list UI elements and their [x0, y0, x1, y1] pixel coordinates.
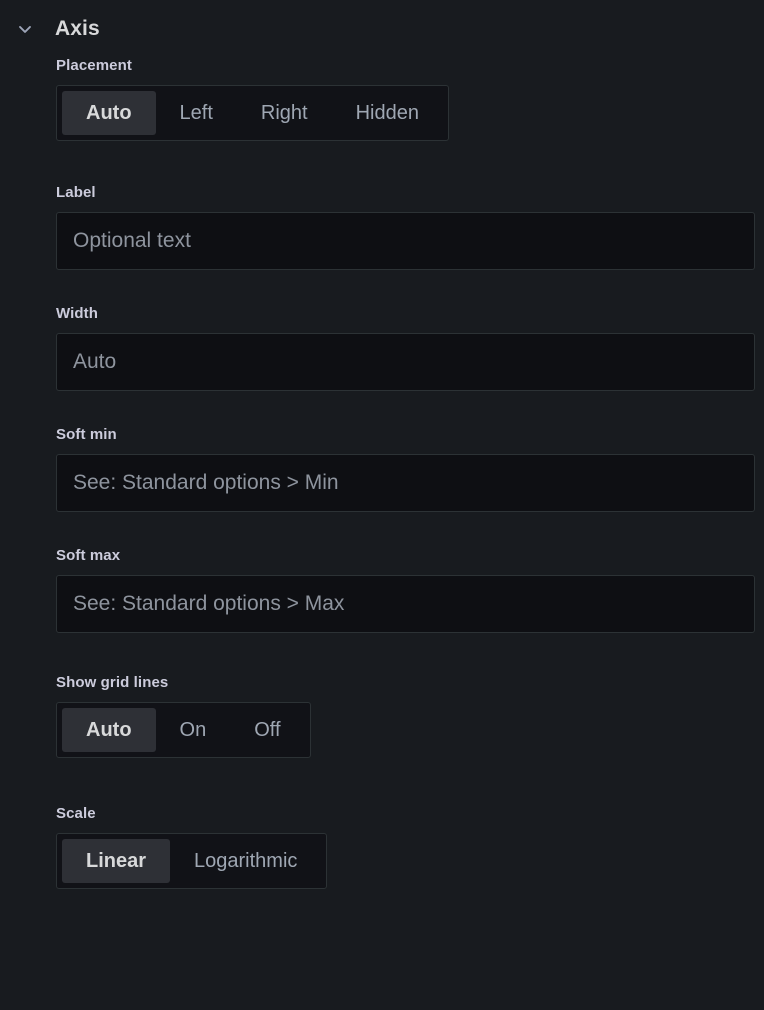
- radio-option-placement-auto[interactable]: Auto: [62, 91, 156, 135]
- field-label-soft-min: Soft min: [56, 426, 117, 443]
- radio-option-placement-hidden[interactable]: Hidden: [332, 91, 443, 135]
- axis-label-input[interactable]: [56, 212, 755, 270]
- page-title: Axis: [55, 17, 100, 40]
- radio-option-grid-auto[interactable]: Auto: [62, 708, 156, 752]
- axis-options-pane: Axis Placement Auto Left Right Hidden La…: [0, 0, 764, 1010]
- field-label-soft-max: Soft max: [56, 547, 121, 564]
- radio-group-scale[interactable]: Linear Logarithmic: [56, 833, 328, 889]
- field-axis-label: Label: [0, 185, 764, 270]
- field-label-placement: Placement: [56, 57, 132, 74]
- field-label-show-grid-lines: Show grid lines: [56, 674, 169, 691]
- radio-option-grid-on[interactable]: On: [156, 708, 231, 752]
- radio-option-scale-linear[interactable]: Linear: [62, 839, 171, 883]
- field-show-grid-lines: Show grid lines Auto On Off: [0, 675, 764, 758]
- field-width: Width: [0, 306, 764, 391]
- radio-option-scale-logarithmic[interactable]: Logarithmic: [170, 839, 321, 883]
- field-placement: Placement Auto Left Right Hidden: [0, 58, 764, 141]
- radio-option-placement-left[interactable]: Left: [156, 91, 237, 135]
- radio-group-show-grid-lines[interactable]: Auto On Off: [56, 702, 311, 758]
- field-soft-min: Soft min: [0, 427, 764, 512]
- soft-min-input[interactable]: [56, 454, 755, 512]
- radio-option-grid-off[interactable]: Off: [230, 708, 304, 752]
- soft-max-input[interactable]: [56, 575, 755, 633]
- field-label-scale: Scale: [56, 805, 96, 822]
- chevron-down-icon[interactable]: [14, 18, 36, 40]
- field-label-width: Width: [56, 305, 99, 322]
- field-scale: Scale Linear Logarithmic: [0, 806, 764, 889]
- width-input[interactable]: [56, 333, 755, 391]
- radio-option-placement-right[interactable]: Right: [237, 91, 332, 135]
- field-label-axis-label: Label: [56, 184, 96, 201]
- radio-group-placement[interactable]: Auto Left Right Hidden: [56, 85, 449, 141]
- field-soft-max: Soft max: [0, 548, 764, 633]
- section-header-axis[interactable]: Axis: [0, 0, 764, 58]
